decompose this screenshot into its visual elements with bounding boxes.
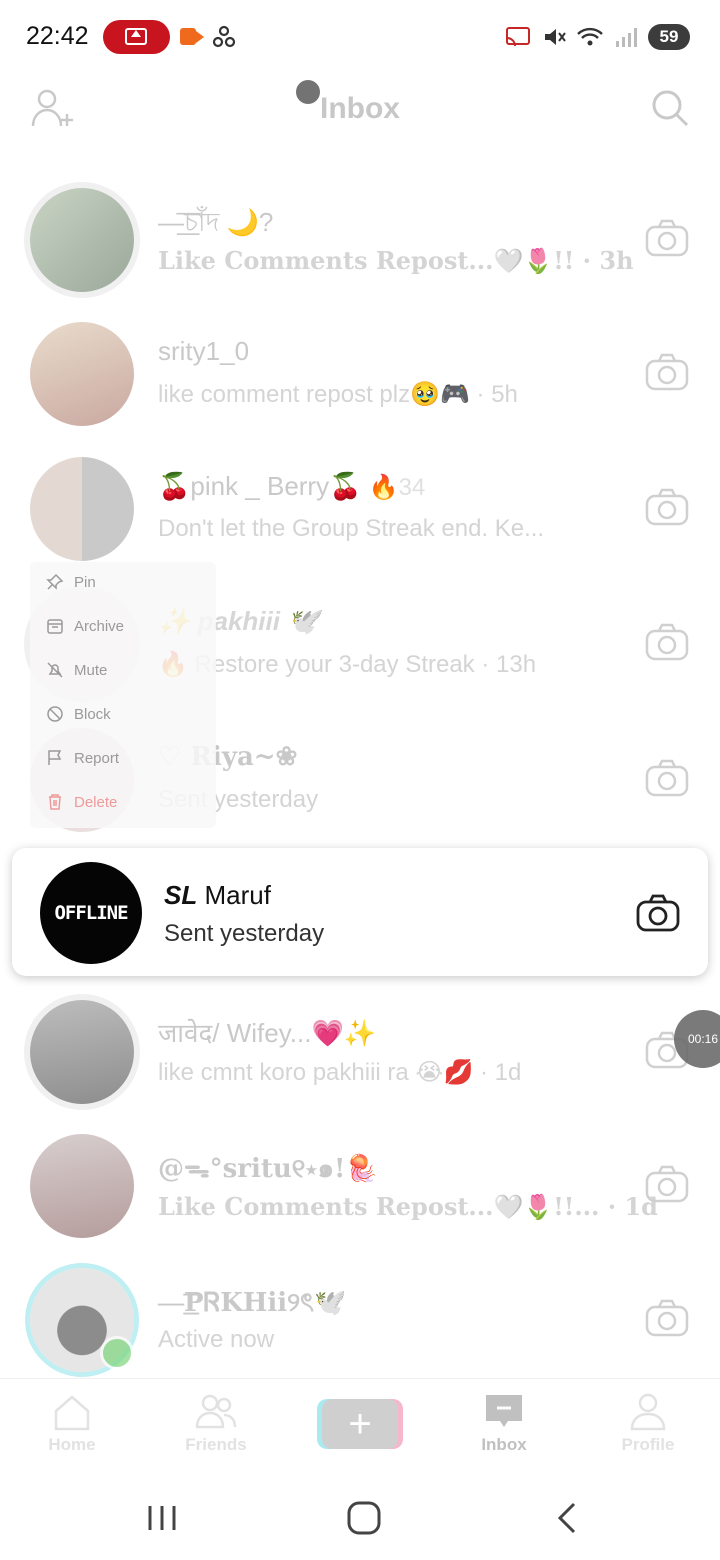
page-title: Inbox xyxy=(320,92,400,125)
bell-off-icon xyxy=(47,662,63,678)
nav-friends[interactable]: Friends xyxy=(166,1393,266,1455)
menu-item-archive[interactable]: Archive xyxy=(46,606,124,646)
menu-item-delete[interactable]: Delete xyxy=(46,782,117,822)
chat-name: जावेद/ Wifey...💗✨ xyxy=(158,1018,377,1048)
chat-row[interactable]: —͟͞চাঁদ 🌙? Like Comments Repost...🤍🌷!! ·… xyxy=(0,172,720,302)
chat-preview: Like Comments Repost...🤍🌷!! · 3h xyxy=(158,246,634,275)
chat-row[interactable]: srity1_0 like comment repost plz🥹🎮 · 5h xyxy=(0,306,720,436)
home-button-icon[interactable] xyxy=(344,1498,384,1538)
chat-name: srity1_0 xyxy=(158,336,250,366)
streak-count: 🔥34 xyxy=(368,474,426,501)
back-icon[interactable] xyxy=(546,1498,586,1538)
chat-row[interactable]: जावेद/ Wifey...💗✨ like cmnt koro pakhiii… xyxy=(0,984,720,1114)
nav-profile[interactable]: Profile xyxy=(598,1393,698,1455)
recent-apps-icon[interactable] xyxy=(142,1498,182,1538)
menu-item-pin[interactable]: Pin xyxy=(46,562,96,602)
trash-icon xyxy=(49,794,61,810)
avatar xyxy=(30,1000,134,1104)
chat-preview: like comment repost plz🥹🎮 · 5h xyxy=(158,381,518,408)
chat-name: @ᯓ°sritu୧⋆๑!🪼 xyxy=(158,1154,378,1184)
context-menu: Pin Archive Mute Block Report Delete xyxy=(30,562,216,828)
block-icon xyxy=(47,706,63,722)
camera-icon[interactable] xyxy=(645,623,689,661)
status-bar: 22:42 59 xyxy=(0,0,720,76)
chat-row[interactable]: @ᯓ°sritu୧⋆๑!🪼 Like Comments Repost...🤍🌷!… xyxy=(0,1118,720,1248)
avatar xyxy=(30,1134,134,1238)
chat-preview: like cmnt koro pakhiii ra 😭💋 · 1d xyxy=(158,1059,522,1086)
nav-home[interactable]: Home xyxy=(22,1393,122,1455)
wifi-icon xyxy=(577,27,603,46)
friends-icon xyxy=(195,1394,237,1429)
system-navigation-bar xyxy=(0,1478,720,1560)
home-icon xyxy=(54,1395,90,1431)
avatar xyxy=(30,188,134,292)
inbox-header: Inbox xyxy=(0,76,720,146)
chat-name: 🍒pink _ Berry🍒 🔥34 xyxy=(158,471,426,501)
inbox-icon xyxy=(486,1395,522,1427)
online-indicator xyxy=(100,1336,134,1370)
pin-icon xyxy=(46,573,64,590)
mute-icon xyxy=(545,29,566,45)
avatar: OFFLINE xyxy=(40,862,142,964)
chat-name: —͟͞PᏒKHii୨ৎ🕊️ xyxy=(158,1288,347,1318)
app-notification-icon xyxy=(212,25,236,48)
create-button[interactable]: + xyxy=(322,1399,398,1449)
nav-inbox[interactable]: Inbox xyxy=(454,1393,554,1455)
screen-record-indicator[interactable] xyxy=(103,20,170,54)
chat-preview: Sent yesterday xyxy=(164,920,325,947)
camera-icon[interactable] xyxy=(645,1165,689,1203)
flag-icon xyxy=(48,750,62,765)
battery-indicator: 59 xyxy=(648,24,690,50)
chat-row[interactable]: —͟͞PᏒKHii୨ৎ🕊️ Active now xyxy=(0,1252,720,1382)
avatar xyxy=(30,322,134,426)
chat-name: —͟͞চাঁদ 🌙? xyxy=(158,207,274,237)
camera-icon[interactable] xyxy=(645,219,689,257)
camera-icon[interactable] xyxy=(645,353,689,391)
chat-preview: Don't let the Group Streak end. Ke... xyxy=(158,515,545,542)
bottom-navigation: Home Friends + Inbox Profile xyxy=(0,1378,720,1479)
video-camera-icon xyxy=(180,28,204,45)
status-time: 22:42 xyxy=(26,22,89,50)
profile-icon xyxy=(630,1393,666,1431)
menu-item-report[interactable]: Report xyxy=(46,738,119,778)
status-right-icons: 59 xyxy=(504,24,690,50)
cast-icon xyxy=(506,27,530,47)
camera-icon[interactable] xyxy=(645,1299,689,1337)
search-icon[interactable] xyxy=(650,88,690,128)
camera-icon[interactable] xyxy=(636,894,680,932)
selected-chat-row[interactable]: OFFLINE SL Maruf Sent yesterday xyxy=(12,848,708,976)
chat-row[interactable]: 🍒pink _ Berry🍒 🔥34 Don't let the Group S… xyxy=(0,441,720,571)
archive-icon xyxy=(47,619,63,634)
chat-preview: Like Comments Repost...🤍🌷!!... · 1d xyxy=(158,1192,658,1221)
menu-item-block[interactable]: Block xyxy=(46,694,111,734)
signal-icon xyxy=(616,28,637,47)
camera-icon[interactable] xyxy=(645,759,689,797)
menu-item-mute[interactable]: Mute xyxy=(46,650,107,690)
chat-preview: Active now xyxy=(158,1326,275,1353)
camera-icon[interactable] xyxy=(645,488,689,526)
chat-name: SL Maruf xyxy=(164,880,271,910)
group-avatar xyxy=(30,457,134,561)
